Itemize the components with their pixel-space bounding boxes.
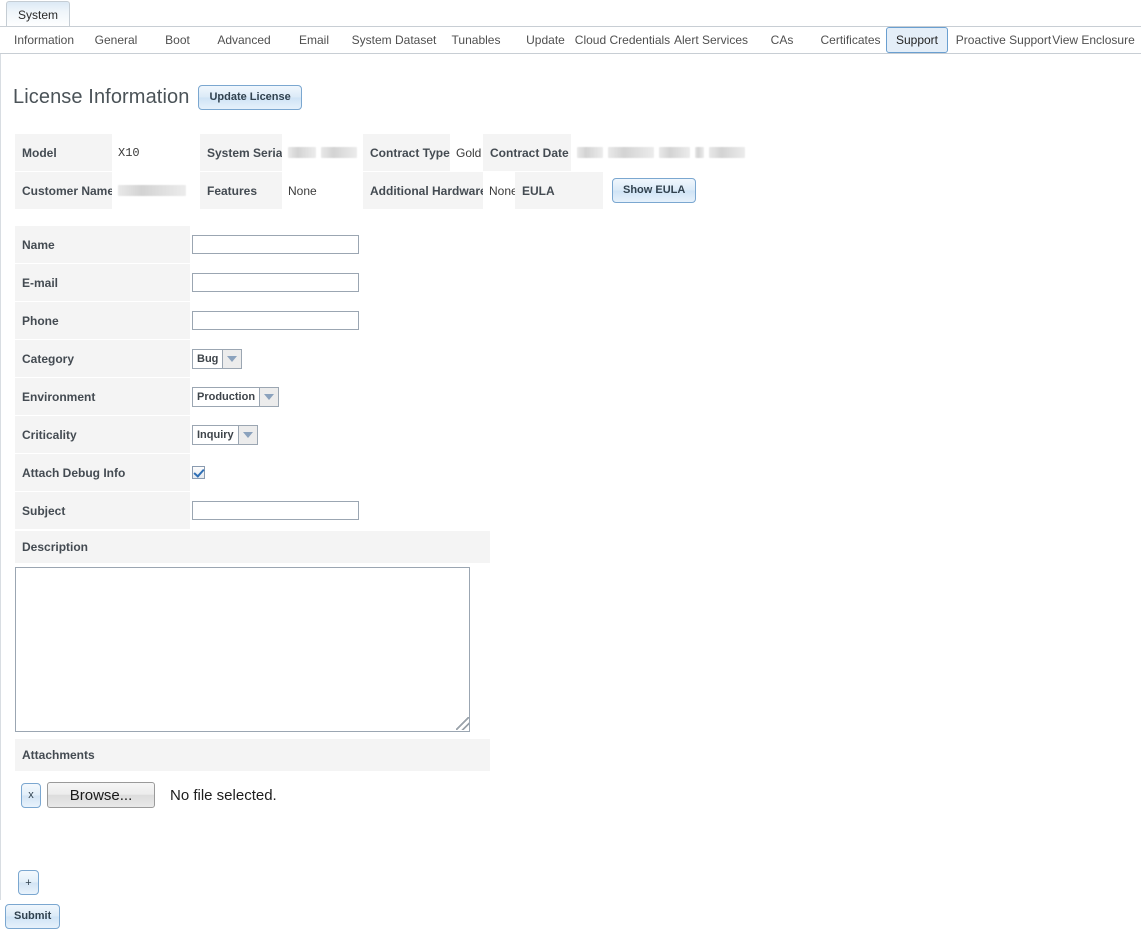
form-label: Category [15,340,190,377]
nav-item-update[interactable]: Update [516,27,575,53]
redacted-value [288,134,357,171]
show-eula-button[interactable]: Show EULA [612,178,697,203]
license-value: Show EULA [603,172,702,209]
category-select[interactable]: Bug [192,348,243,369]
tab-system[interactable]: System [6,1,70,27]
chevron-down-icon[interactable] [223,348,243,369]
license-label: Customer Name [15,172,114,209]
license-label: Contract Date [483,134,571,171]
nav-item-cas[interactable]: CAs [762,27,802,53]
license-info-table: Model X10 System Serial Contract Type Gold Co… [15,134,745,209]
description-header: Description [15,531,490,563]
category-selected-value: Bug [192,348,224,369]
attachments-header: Attachments [15,739,490,771]
license-row: Customer Name Features None Additional Hard… [15,172,726,209]
form-field [192,454,205,491]
e-mail-input[interactable] [192,273,359,292]
redacted-value [577,134,745,171]
license-value [282,134,363,171]
update-license-button[interactable]: Update License [198,85,302,110]
name-input[interactable] [192,235,359,254]
license-value: None [483,172,518,209]
title-row: License Information Update License [13,85,302,110]
nav-item-boot[interactable]: Boot [154,27,201,53]
form-label: Attach Debug Info [15,454,190,491]
tab-strip: System [0,0,1141,27]
criticality-select[interactable]: Inquiry [192,424,258,445]
license-label: Additional Hardware [363,172,487,209]
chevron-down-icon[interactable] [260,386,280,407]
nav-item-cloud-credentials[interactable]: Cloud Credentials [570,27,675,53]
chevron-down-icon[interactable] [238,424,258,445]
form-field: Inquiry [192,416,258,453]
phone-input[interactable] [192,311,359,330]
form-field [192,492,359,529]
nav-item-information[interactable]: Information [8,27,80,53]
nav-item-alert-services[interactable]: Alert Services [666,27,756,53]
nav-item-certificates[interactable]: Certificates [812,27,889,53]
license-value [112,172,200,209]
primary-nav: Information General Boot Advanced Email Syste… [0,26,1141,54]
description-textarea[interactable] [15,567,470,732]
form-label: Phone [15,302,190,339]
environment-selected-value: Production [192,386,261,407]
form-label: Criticality [15,416,190,453]
nav-item-support[interactable]: Support [886,27,948,53]
form-label: E-mail [15,264,190,301]
form-field [192,302,359,339]
license-value: None [282,172,363,209]
remove-attachment-button[interactable]: x [21,782,41,808]
redacted-value [118,172,186,209]
license-label: Features [200,172,282,209]
nav-item-general[interactable]: General [83,27,149,53]
no-file-selected-label: No file selected. [170,786,277,804]
nav-item-view-enclosure[interactable]: View Enclosure [1046,27,1141,53]
form-label: Name [15,226,190,263]
license-label: Contract Type [363,134,450,171]
criticality-selected-value: Inquiry [192,424,239,445]
nav-item-system-dataset[interactable]: System Dataset [344,27,444,53]
environment-select[interactable]: Production [192,386,280,407]
add-attachment-button[interactable]: + [18,870,39,895]
license-row: Model X10 System Serial Contract Type Gold Co… [15,134,745,171]
nav-item-proactive-support[interactable]: Proactive Support [950,27,1057,53]
form-field: Production [192,378,280,415]
license-value: Gold [450,134,483,171]
license-label: EULA [515,172,603,209]
form-field [192,226,359,263]
page-title: License Information [13,86,190,108]
browse-file-button[interactable]: Browse... [47,782,155,808]
nav-item-tunables[interactable]: Tunables [439,27,513,53]
subject-input[interactable] [192,501,359,520]
nav-item-email[interactable]: Email [288,27,340,53]
form-label: Subject [15,492,190,529]
license-label: Model [15,134,112,171]
attach-debug-info-checkbox[interactable] [192,466,205,479]
license-label: System Serial [200,134,286,171]
license-value [571,134,745,171]
attachment-row: x Browse... No file selected. [21,782,277,808]
form-field [192,264,359,301]
page-content: License Information Update License Model… [0,54,1141,929]
license-value: X10 [112,134,200,171]
submit-button[interactable]: Submit [5,904,61,929]
nav-item-advanced[interactable]: Advanced [206,27,282,53]
form-field: Bug [192,340,243,377]
form-label: Environment [15,378,190,415]
